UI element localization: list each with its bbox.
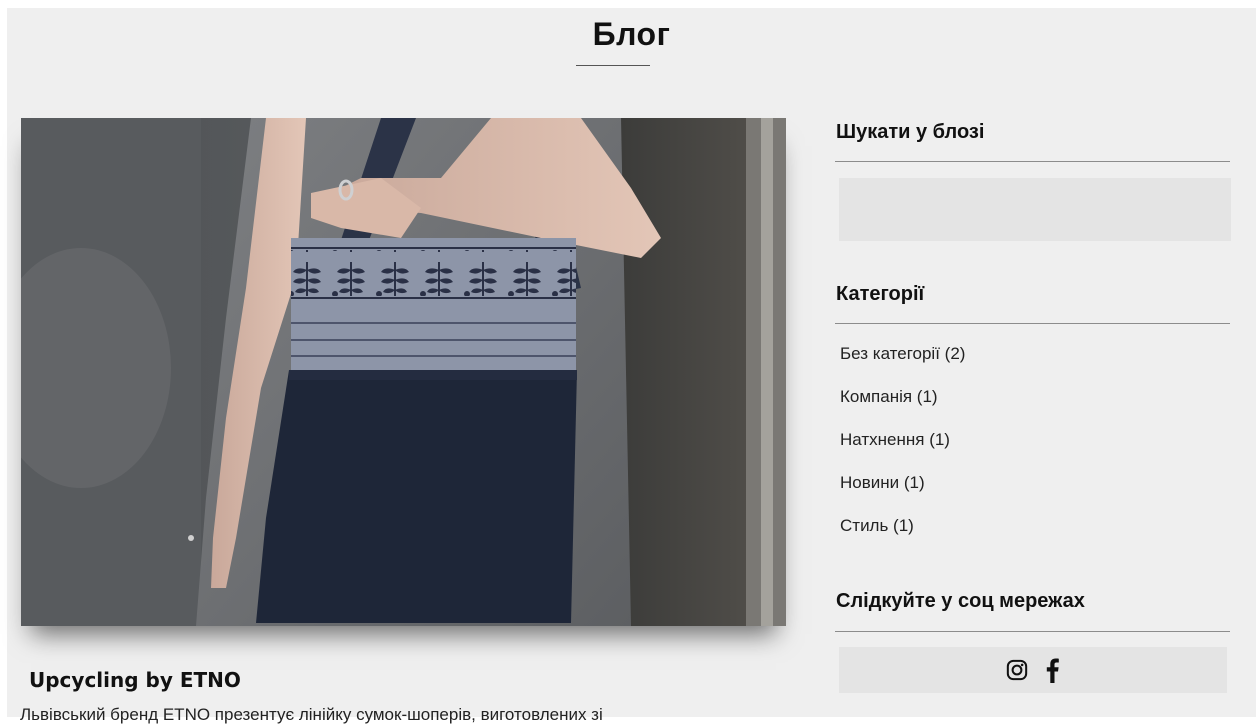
social-heading: Слідкуйте у соц мережах (836, 590, 1085, 612)
category-item-uncategorized[interactable]: Без категорії (2) (840, 344, 965, 387)
post-title[interactable]: Upcycling by ETNO (29, 668, 241, 692)
social-divider (835, 631, 1230, 632)
title-divider (576, 65, 650, 66)
categories-divider (835, 323, 1230, 324)
search-divider (835, 161, 1230, 162)
page-title: Блог (592, 16, 671, 52)
search-heading: Шукати у блозі (836, 121, 985, 143)
blog-search-input[interactable] (839, 178, 1231, 241)
instagram-icon[interactable] (1006, 659, 1028, 681)
categories-heading: Категорії (836, 283, 925, 305)
post-excerpt: Львівський бренд ETNO презентує лінійку … (20, 705, 603, 724)
category-item-news[interactable]: Новини (1) (840, 473, 965, 516)
social-links (839, 647, 1227, 693)
category-item-company[interactable]: Компанія (1) (840, 387, 965, 430)
facebook-icon[interactable] (1044, 657, 1060, 683)
category-list: Без категорії (2) Компанія (1) Натхнення… (840, 344, 965, 559)
blog-page: Блог Upcycling by ETNO Львівський бренд … (7, 8, 1256, 724)
category-item-inspiration[interactable]: Натхнення (1) (840, 430, 965, 473)
tote-bag-photo (21, 118, 786, 626)
post-featured-image[interactable] (21, 118, 786, 626)
category-item-style[interactable]: Стиль (1) (840, 516, 965, 559)
